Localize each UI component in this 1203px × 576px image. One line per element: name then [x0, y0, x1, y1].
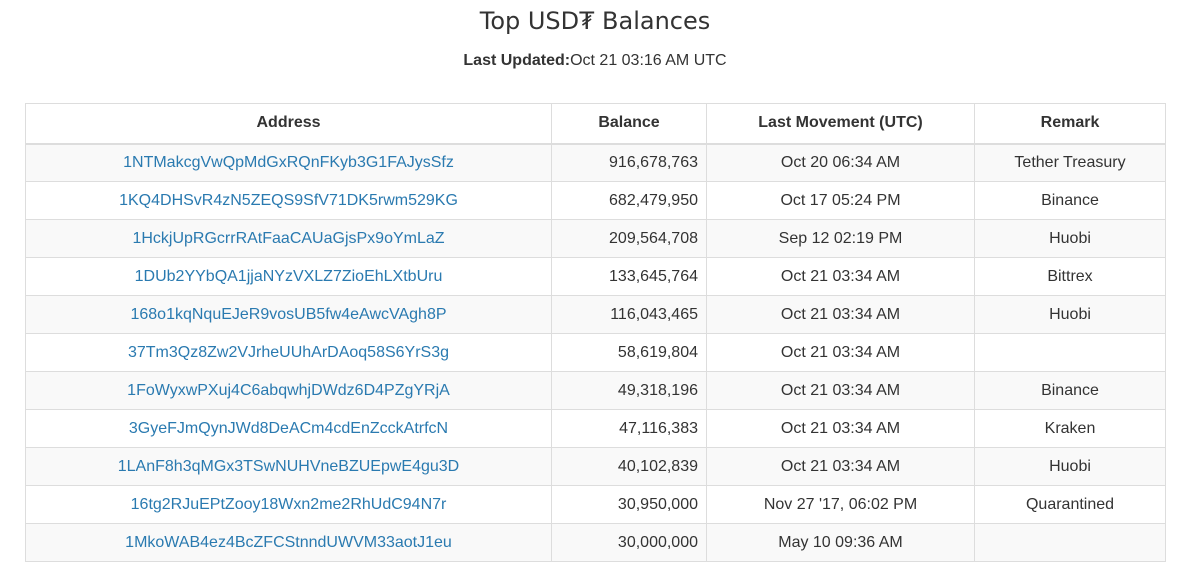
table-row: 3GyeFJmQynJWd8DeACm4cdEnZcckAtrfcN 47,116…	[25, 409, 1166, 448]
table-row: 168o1kqNquEJeR9vosUB5fw4eAwcVAgh8P 116,04…	[25, 295, 1166, 334]
balances-table: Address Balance Last Movement (UTC) Rema…	[25, 103, 1166, 562]
balance-cell: 133,645,764	[551, 257, 707, 296]
last-movement-cell: Oct 21 03:34 AM	[706, 295, 975, 334]
address-cell: 1MkoWAB4ez4BcZFCStnndUWVM33aotJ1eu	[25, 523, 552, 562]
remark-cell: Bittrex	[974, 257, 1166, 296]
table-row: 1NTMakcgVwQpMdGxRQnFKyb3G1FAJysSfz 916,67…	[25, 143, 1166, 182]
address-link[interactable]: 1NTMakcgVwQpMdGxRQnFKyb3G1FAJysSfz	[123, 154, 454, 171]
address-link[interactable]: 1KQ4DHSvR4zN5ZEQS9SfV71DK5rwm529KG	[119, 192, 458, 209]
balance-cell: 40,102,839	[551, 447, 707, 486]
address-link[interactable]: 168o1kqNquEJeR9vosUB5fw4eAwcVAgh8P	[130, 306, 446, 323]
last-movement-cell: Oct 21 03:34 AM	[706, 409, 975, 448]
last-movement-cell: May 10 09:36 AM	[706, 523, 975, 562]
address-cell: 16tg2RJuEPtZooy18Wxn2me2RhUdC94N7r	[25, 485, 552, 524]
page-title: Top USD₮ Balances	[479, 7, 711, 35]
balance-cell: 30,000,000	[551, 523, 707, 562]
balance-cell: 49,318,196	[551, 371, 707, 410]
page: Top USD₮ Balances Last Updated:Oct 21 03…	[0, 0, 1203, 576]
remark-cell: Huobi	[974, 295, 1166, 334]
last-movement-cell: Oct 21 03:34 AM	[706, 447, 975, 486]
table-row: 1HckjUpRGcrrRAtFaaCAUaGjsPx9oYmLaZ 209,56…	[25, 219, 1166, 258]
remark-cell: Tether Treasury	[974, 143, 1166, 182]
address-link[interactable]: 3GyeFJmQynJWd8DeACm4cdEnZcckAtrfcN	[129, 420, 448, 437]
last-updated-label: Last Updated:	[463, 52, 571, 69]
last-movement-cell: Oct 21 03:34 AM	[706, 257, 975, 296]
last-movement-cell: Oct 21 03:34 AM	[706, 333, 975, 372]
address-cell: 1LAnF8h3qMGx3TSwNUHVneBZUEpwE4gu3D	[25, 447, 552, 486]
balance-cell: 47,116,383	[551, 409, 707, 448]
remark-cell: Quarantined	[974, 485, 1166, 524]
address-cell: 1NTMakcgVwQpMdGxRQnFKyb3G1FAJysSfz	[25, 143, 552, 182]
table-body: 1NTMakcgVwQpMdGxRQnFKyb3G1FAJysSfz 916,67…	[25, 143, 1166, 562]
remark-cell: Kraken	[974, 409, 1166, 448]
address-cell: 1FoWyxwPXuj4C6abqwhjDWdz6D4PZgYRjA	[25, 371, 552, 410]
table-header-row: Address Balance Last Movement (UTC) Rema…	[25, 103, 1166, 145]
table-row: 1KQ4DHSvR4zN5ZEQS9SfV71DK5rwm529KG 682,47…	[25, 181, 1166, 220]
remark-cell: Huobi	[974, 447, 1166, 486]
address-cell: 1KQ4DHSvR4zN5ZEQS9SfV71DK5rwm529KG	[25, 181, 552, 220]
remark-cell: Binance	[974, 181, 1166, 220]
address-link[interactable]: 1MkoWAB4ez4BcZFCStnndUWVM33aotJ1eu	[125, 534, 452, 551]
balance-cell: 116,043,465	[551, 295, 707, 334]
remark-cell	[974, 523, 1166, 562]
column-header-remark: Remark	[974, 103, 1166, 145]
table-row: 1FoWyxwPXuj4C6abqwhjDWdz6D4PZgYRjA 49,318…	[25, 371, 1166, 410]
balance-cell: 209,564,708	[551, 219, 707, 258]
table-row: 1MkoWAB4ez4BcZFCStnndUWVM33aotJ1eu 30,000…	[25, 523, 1166, 562]
last-movement-cell: Sep 12 02:19 PM	[706, 219, 975, 258]
address-cell: 168o1kqNquEJeR9vosUB5fw4eAwcVAgh8P	[25, 295, 552, 334]
last-movement-cell: Oct 21 03:34 AM	[706, 371, 975, 410]
address-link[interactable]: 1LAnF8h3qMGx3TSwNUHVneBZUEpwE4gu3D	[118, 458, 459, 475]
balance-cell: 916,678,763	[551, 143, 707, 182]
balance-cell: 30,950,000	[551, 485, 707, 524]
column-header-last-movement: Last Movement (UTC)	[706, 103, 975, 145]
remark-cell: Binance	[974, 371, 1166, 410]
last-updated-value: Oct 21 03:16 AM UTC	[570, 52, 727, 69]
table-row: 1LAnF8h3qMGx3TSwNUHVneBZUEpwE4gu3D 40,102…	[25, 447, 1166, 486]
address-cell: 1HckjUpRGcrrRAtFaaCAUaGjsPx9oYmLaZ	[25, 219, 552, 258]
column-header-balance: Balance	[551, 103, 707, 145]
address-cell: 37Tm3Qz8Zw2VJrheUUhArDAoq58S6YrS3g	[25, 333, 552, 372]
balance-cell: 58,619,804	[551, 333, 707, 372]
last-movement-cell: Oct 17 05:24 PM	[706, 181, 975, 220]
address-link[interactable]: 16tg2RJuEPtZooy18Wxn2me2RhUdC94N7r	[131, 496, 447, 513]
address-link[interactable]: 1DUb2YYbQA1jjaNYzVXLZ7ZioEhLXtbUru	[135, 268, 443, 285]
address-cell: 1DUb2YYbQA1jjaNYzVXLZ7ZioEhLXtbUru	[25, 257, 552, 296]
table-row: 1DUb2YYbQA1jjaNYzVXLZ7ZioEhLXtbUru 133,64…	[25, 257, 1166, 296]
balance-cell: 682,479,950	[551, 181, 707, 220]
remark-cell: Huobi	[974, 219, 1166, 258]
remark-cell	[974, 333, 1166, 372]
column-header-address: Address	[25, 103, 552, 145]
last-updated: Last Updated:Oct 21 03:16 AM UTC	[0, 51, 1190, 71]
address-link[interactable]: 37Tm3Qz8Zw2VJrheUUhArDAoq58S6YrS3g	[128, 344, 449, 361]
table-row: 37Tm3Qz8Zw2VJrheUUhArDAoq58S6YrS3g 58,619…	[25, 333, 1166, 372]
last-movement-cell: Nov 27 '17, 06:02 PM	[706, 485, 975, 524]
last-movement-cell: Oct 20 06:34 AM	[706, 143, 975, 182]
table-row: 16tg2RJuEPtZooy18Wxn2me2RhUdC94N7r 30,950…	[25, 485, 1166, 524]
address-link[interactable]: 1HckjUpRGcrrRAtFaaCAUaGjsPx9oYmLaZ	[132, 230, 444, 247]
address-link[interactable]: 1FoWyxwPXuj4C6abqwhjDWdz6D4PZgYRjA	[127, 382, 450, 399]
address-cell: 3GyeFJmQynJWd8DeACm4cdEnZcckAtrfcN	[25, 409, 552, 448]
